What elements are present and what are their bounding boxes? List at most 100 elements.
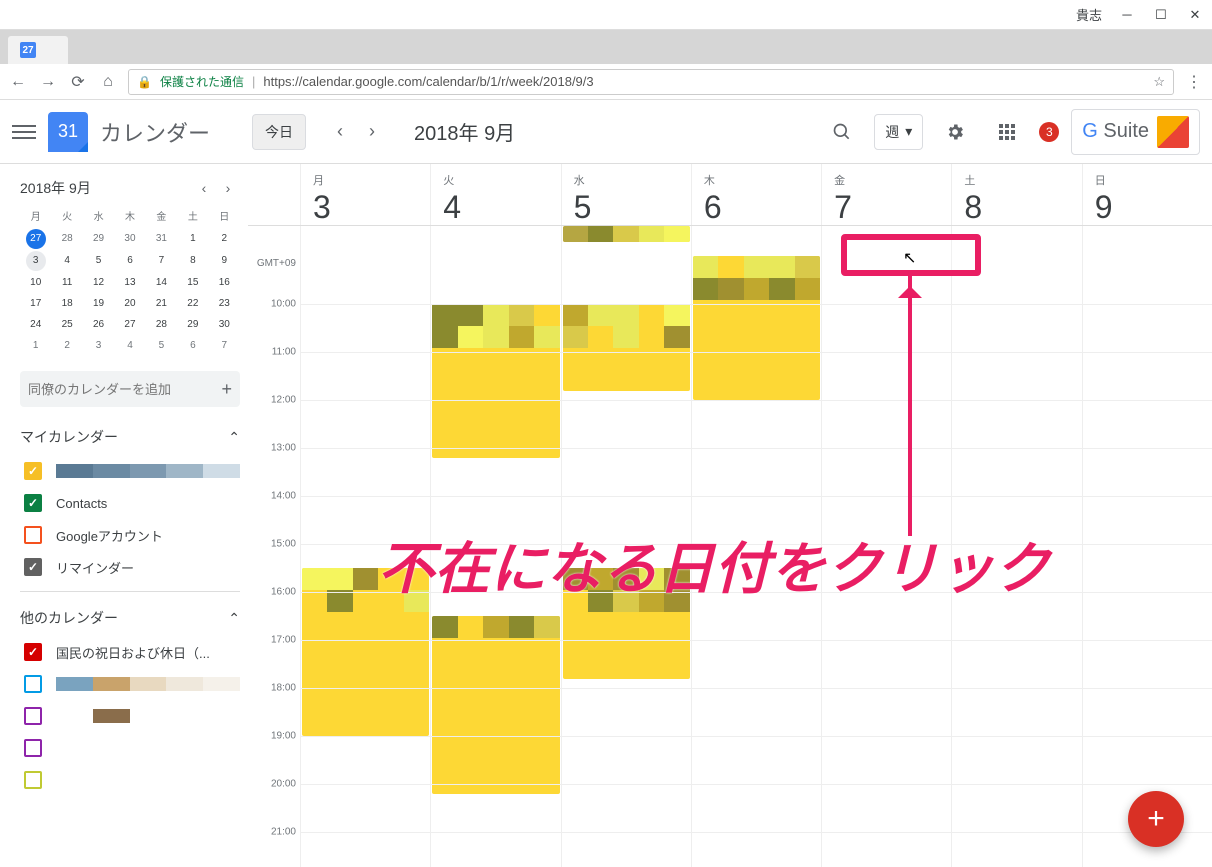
day-header[interactable]: 日9 bbox=[1082, 164, 1212, 225]
allday-cell[interactable] bbox=[430, 226, 560, 256]
calendar-checkbox[interactable] bbox=[24, 462, 42, 480]
mini-day[interactable]: 10 bbox=[20, 273, 51, 292]
settings-icon[interactable] bbox=[935, 112, 975, 152]
apps-icon[interactable] bbox=[987, 112, 1027, 152]
mini-day[interactable]: 15 bbox=[177, 273, 208, 292]
calendar-event[interactable] bbox=[432, 304, 559, 458]
add-calendar-field[interactable] bbox=[28, 382, 221, 397]
mini-prev-button[interactable]: ‹ bbox=[192, 180, 216, 196]
plus-icon[interactable]: + bbox=[221, 379, 232, 400]
mini-day[interactable]: 6 bbox=[177, 336, 208, 355]
calendar-item[interactable] bbox=[20, 700, 240, 732]
window-minimize[interactable]: ─ bbox=[1118, 6, 1136, 24]
mini-day[interactable]: 3 bbox=[26, 251, 46, 271]
calendar-item[interactable]: Googleアカウント bbox=[20, 519, 240, 551]
mini-day[interactable]: 7 bbox=[146, 251, 177, 271]
mini-day[interactable]: 28 bbox=[51, 229, 82, 249]
mini-day[interactable]: 9 bbox=[209, 251, 240, 271]
mini-day[interactable]: 18 bbox=[51, 294, 82, 313]
home-button[interactable]: ⌂ bbox=[98, 72, 118, 92]
mini-day[interactable]: 20 bbox=[114, 294, 145, 313]
calendar-checkbox[interactable] bbox=[24, 675, 42, 693]
forward-button[interactable]: → bbox=[38, 72, 58, 92]
add-calendar-input[interactable]: + bbox=[20, 371, 240, 407]
prev-week-button[interactable]: ‹ bbox=[326, 118, 354, 146]
mini-day[interactable]: 14 bbox=[146, 273, 177, 292]
other-calendars-section[interactable]: 他のカレンダー ⌃ bbox=[20, 600, 240, 636]
mini-day[interactable]: 30 bbox=[114, 229, 145, 249]
mini-day[interactable]: 4 bbox=[51, 251, 82, 271]
avatar[interactable] bbox=[1157, 116, 1189, 148]
calendar-checkbox[interactable] bbox=[24, 739, 42, 757]
calendar-item[interactable]: リマインダー bbox=[20, 551, 240, 583]
calendar-item[interactable] bbox=[20, 732, 240, 764]
mini-day[interactable]: 26 bbox=[83, 315, 114, 334]
calendar-item[interactable] bbox=[20, 455, 240, 487]
my-calendars-section[interactable]: マイカレンダー ⌃ bbox=[20, 419, 240, 455]
today-button[interactable]: 今日 bbox=[252, 114, 306, 150]
calendar-event[interactable] bbox=[302, 688, 429, 736]
allday-cell[interactable] bbox=[1082, 226, 1212, 256]
day-column[interactable] bbox=[1082, 256, 1212, 867]
mini-day[interactable]: 6 bbox=[114, 251, 145, 271]
mini-day[interactable]: 5 bbox=[146, 336, 177, 355]
calendar-checkbox[interactable] bbox=[24, 494, 42, 512]
calendar-event[interactable] bbox=[432, 616, 559, 794]
allday-row[interactable] bbox=[248, 226, 1212, 256]
day-header[interactable]: 土8 bbox=[951, 164, 1081, 225]
mini-day[interactable]: 16 bbox=[209, 273, 240, 292]
mini-day[interactable]: 27 bbox=[26, 229, 46, 249]
calendar-item[interactable] bbox=[20, 764, 240, 796]
mini-calendar[interactable]: 月火水木金土日272829303112345678910111213141516… bbox=[20, 204, 240, 355]
calendar-checkbox[interactable] bbox=[24, 526, 42, 544]
star-icon[interactable]: ☆ bbox=[1153, 74, 1165, 90]
reload-button[interactable]: ⟳ bbox=[68, 72, 88, 92]
day-header[interactable]: 金7 bbox=[821, 164, 951, 225]
calendar-checkbox[interactable] bbox=[24, 643, 42, 661]
allday-cell[interactable] bbox=[561, 226, 691, 256]
mini-day[interactable]: 5 bbox=[83, 251, 114, 271]
mini-day[interactable]: 13 bbox=[114, 273, 145, 292]
mini-day[interactable]: 29 bbox=[83, 229, 114, 249]
address-bar[interactable]: 🔒 保護された通信 | https://calendar.google.com/… bbox=[128, 69, 1174, 95]
calendar-item[interactable] bbox=[20, 668, 240, 700]
menu-button[interactable] bbox=[12, 120, 36, 144]
calendar-event[interactable] bbox=[693, 256, 820, 400]
calendar-checkbox[interactable] bbox=[24, 707, 42, 725]
mini-day[interactable]: 21 bbox=[146, 294, 177, 313]
day-header[interactable]: 月3 bbox=[300, 164, 430, 225]
mini-day[interactable]: 1 bbox=[20, 336, 51, 355]
notifications-badge[interactable]: 3 bbox=[1039, 122, 1059, 142]
mini-day[interactable]: 28 bbox=[146, 315, 177, 334]
mini-next-button[interactable]: › bbox=[216, 180, 240, 196]
mini-day[interactable]: 23 bbox=[209, 294, 240, 313]
mini-day[interactable]: 11 bbox=[51, 273, 82, 292]
back-button[interactable]: ← bbox=[8, 72, 28, 92]
window-close[interactable]: ✕ bbox=[1186, 6, 1204, 24]
create-event-fab[interactable]: + bbox=[1128, 791, 1184, 847]
mini-day[interactable]: 19 bbox=[83, 294, 114, 313]
mini-day[interactable]: 7 bbox=[209, 336, 240, 355]
mini-day[interactable]: 3 bbox=[83, 336, 114, 355]
browser-tab[interactable]: 27 bbox=[8, 36, 68, 64]
mini-day[interactable]: 2 bbox=[209, 229, 240, 249]
mini-day[interactable]: 31 bbox=[146, 229, 177, 249]
day-header[interactable]: 水5 bbox=[561, 164, 691, 225]
day-header[interactable]: 火4 bbox=[430, 164, 560, 225]
calendar-item[interactable]: 国民の祝日および休日（... bbox=[20, 636, 240, 668]
mini-day[interactable]: 30 bbox=[209, 315, 240, 334]
allday-cell[interactable] bbox=[300, 226, 430, 256]
mini-day[interactable]: 25 bbox=[51, 315, 82, 334]
mini-day[interactable]: 12 bbox=[83, 273, 114, 292]
mini-day[interactable]: 2 bbox=[51, 336, 82, 355]
mini-day[interactable]: 24 bbox=[20, 315, 51, 334]
mini-day[interactable]: 27 bbox=[114, 315, 145, 334]
view-selector[interactable]: 週▾ bbox=[874, 114, 923, 150]
mini-day[interactable]: 1 bbox=[177, 229, 208, 249]
search-icon[interactable] bbox=[822, 112, 862, 152]
gsuite-button[interactable]: G Suite bbox=[1071, 109, 1200, 155]
mini-day[interactable]: 29 bbox=[177, 315, 208, 334]
mini-day[interactable]: 4 bbox=[114, 336, 145, 355]
window-maximize[interactable]: ☐ bbox=[1152, 6, 1170, 24]
mini-day[interactable]: 22 bbox=[177, 294, 208, 313]
